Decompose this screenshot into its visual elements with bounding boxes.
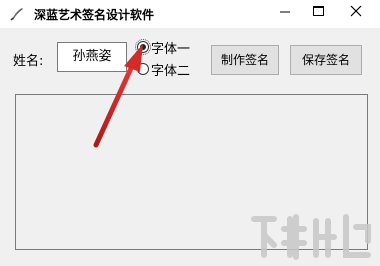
app-window: 深蓝艺术签名设计软件 姓名: 孙燕姿 字体一 字体二 制作签名 保存签名 (0, 0, 380, 266)
red-arrow-pointer (93, 44, 143, 148)
